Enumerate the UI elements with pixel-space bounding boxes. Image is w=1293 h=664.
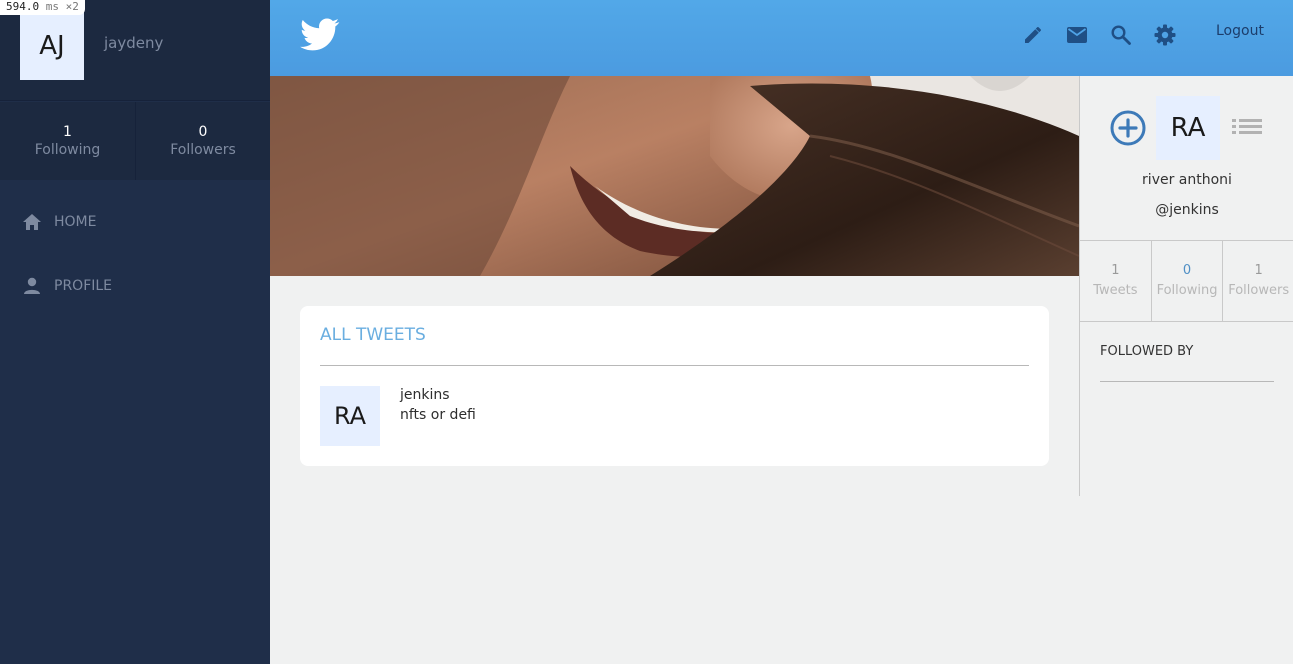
- tweet-text: nfts or defi: [400, 407, 476, 423]
- card-title: ALL TWEETS: [320, 325, 426, 345]
- sidebar-item-label: HOME: [54, 214, 97, 230]
- add-circle-icon[interactable]: [1109, 109, 1147, 151]
- home-icon: [23, 214, 41, 230]
- followers-count: 0: [198, 124, 208, 140]
- divider: [320, 365, 1029, 366]
- tweets-label: Tweets: [1093, 283, 1138, 298]
- followers-count: 1: [1254, 263, 1263, 278]
- mail-icon[interactable]: [1064, 22, 1090, 48]
- cover-photo: [270, 76, 1079, 276]
- profile-stats: 1 Tweets 0 Following 1 Followers: [1080, 240, 1293, 322]
- tweets-card: ALL TWEETS RA jenkins nfts or defi: [300, 306, 1049, 466]
- render-time-badge: 594.0 ms ×2: [0, 0, 85, 15]
- tweet-username[interactable]: jenkins: [400, 387, 450, 403]
- sidebar-item-profile[interactable]: PROFILE: [0, 260, 270, 312]
- sidebar-item-home[interactable]: HOME: [0, 196, 270, 248]
- following-stat[interactable]: 0 Following: [1150, 241, 1223, 321]
- profile-panel: RA river anthoni @jenkins 1 Tweets 0 Fol…: [1079, 76, 1293, 496]
- sidebar-item-label: PROFILE: [54, 278, 113, 294]
- pencil-icon[interactable]: [1020, 22, 1046, 48]
- sidebar: AJ jaydeny 1 Following 0 Followers HOME: [0, 0, 270, 664]
- gear-icon[interactable]: [1152, 22, 1178, 48]
- following-label: Following: [34, 142, 101, 158]
- followers-label: Followers: [1228, 283, 1290, 298]
- avatar[interactable]: RA: [1156, 96, 1220, 160]
- top-bar: Logout: [270, 0, 1293, 76]
- app: AJ jaydeny 1 Following 0 Followers HOME: [0, 0, 1293, 664]
- render-time-value: 594.0: [6, 0, 40, 13]
- followers-stat[interactable]: 0 Followers: [135, 102, 270, 180]
- sidebar-nav: HOME PROFILE: [0, 196, 270, 324]
- sidebar-user: AJ jaydeny: [0, 0, 270, 101]
- list-icon[interactable]: [1230, 114, 1264, 146]
- avatar[interactable]: AJ: [20, 12, 84, 80]
- avatar[interactable]: RA: [320, 386, 380, 446]
- followed-by-heading: FOLLOWED BY: [1100, 344, 1194, 359]
- render-time-multiplier: ×2: [65, 0, 79, 13]
- followers-label: Followers: [170, 142, 236, 158]
- sidebar-stats: 1 Following 0 Followers: [0, 102, 270, 180]
- search-icon[interactable]: [1108, 22, 1134, 48]
- tweets-count: 1: [1111, 263, 1120, 278]
- following-count: 0: [1182, 263, 1192, 278]
- followers-stat[interactable]: 1 Followers: [1222, 241, 1293, 321]
- profile-name: river anthoni: [1142, 172, 1232, 188]
- logout-button[interactable]: Logout: [1216, 23, 1264, 39]
- following-count: 1: [63, 124, 72, 140]
- username[interactable]: jaydeny: [104, 34, 163, 52]
- render-time-unit: ms: [45, 0, 59, 13]
- person-icon: [24, 277, 40, 294]
- following-label: Following: [1156, 283, 1218, 298]
- divider: [1100, 381, 1274, 382]
- twitter-bird-icon[interactable]: [300, 18, 340, 56]
- profile-handle: @jenkins: [1155, 202, 1219, 218]
- following-stat[interactable]: 1 Following: [0, 102, 135, 180]
- tweets-stat[interactable]: 1 Tweets: [1080, 241, 1151, 321]
